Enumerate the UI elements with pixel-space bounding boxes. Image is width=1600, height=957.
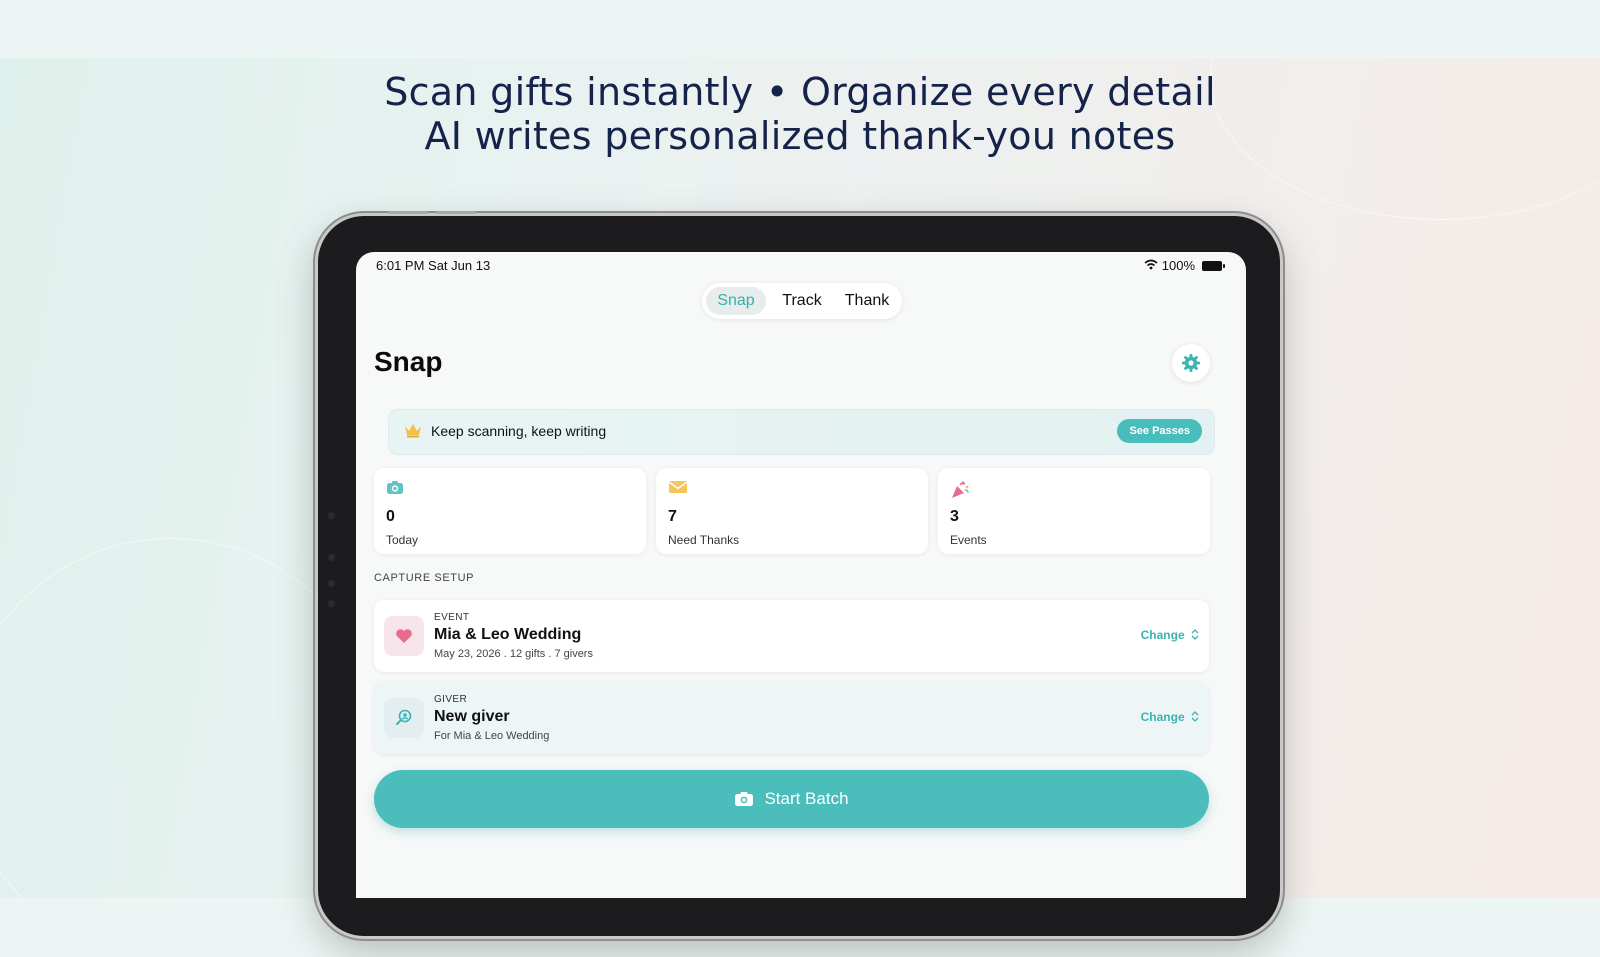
event-row[interactable]: EVENT Mia & Leo Wedding May 23, 2026 . 1… — [374, 600, 1209, 672]
tab-switcher: Snap Track Thank — [702, 283, 902, 319]
tab-thank[interactable]: Thank — [836, 287, 898, 315]
person-search-icon — [384, 698, 424, 738]
see-passes-button[interactable]: See Passes — [1117, 419, 1202, 443]
camera-icon — [386, 480, 404, 500]
party-popper-icon — [950, 480, 970, 505]
sensor-dot — [328, 580, 335, 587]
giver-kicker: GIVER — [434, 694, 468, 705]
status-right: 100% — [1144, 258, 1225, 273]
stat-label: Need Thanks — [668, 533, 740, 547]
headline-line-2: AI writes personalized thank-you notes — [424, 114, 1176, 158]
chevron-up-down-icon — [1191, 711, 1199, 722]
stat-label: Events — [950, 533, 987, 547]
envelope-icon — [668, 480, 688, 499]
sensor-dot — [328, 554, 335, 561]
stat-card-need-thanks[interactable]: 7 Need Thanks — [656, 468, 928, 554]
giver-row[interactable]: GIVER New giver For Mia & Leo Wedding Ch… — [374, 682, 1209, 754]
wifi-icon — [1144, 259, 1158, 273]
giver-title: New giver — [434, 708, 510, 725]
start-batch-button[interactable]: Start Batch — [374, 770, 1209, 828]
settings-button[interactable] — [1172, 344, 1210, 382]
app-screen: 6:01 PM Sat Jun 13 100% Snap Track Thank… — [356, 252, 1246, 898]
chevron-up-down-icon — [1191, 629, 1199, 640]
change-event-button[interactable]: Change — [1141, 628, 1199, 642]
stat-card-today[interactable]: 0 Today — [374, 468, 646, 554]
stat-value: 0 — [386, 508, 395, 525]
battery-percent: 100% — [1161, 258, 1195, 273]
start-batch-label: Start Batch — [764, 789, 849, 808]
tab-track[interactable]: Track — [772, 287, 832, 315]
promo-text: Keep scanning, keep writing — [431, 423, 607, 439]
heart-icon — [384, 616, 424, 656]
sensor-dot — [328, 600, 335, 607]
crown-icon — [403, 421, 423, 444]
volume-button — [388, 211, 428, 214]
event-kicker: EVENT — [434, 612, 470, 623]
giver-subtitle: For Mia & Leo Wedding — [434, 730, 550, 742]
status-time-date: 6:01 PM Sat Jun 13 — [376, 258, 491, 273]
promo-banner: Keep scanning, keep writing See Passes — [388, 409, 1215, 455]
change-giver-label: Change — [1140, 710, 1185, 724]
camera-icon — [735, 792, 754, 806]
volume-button — [436, 211, 476, 214]
change-giver-button[interactable]: Change — [1141, 710, 1199, 724]
headline-line-1: Scan gifts instantly • Organize every de… — [384, 70, 1216, 114]
change-event-label: Change — [1140, 628, 1185, 642]
battery-icon — [1202, 260, 1225, 271]
top-band — [0, 0, 1600, 58]
camera-dot — [328, 512, 335, 519]
event-subtitle: May 23, 2026 . 12 gifts . 7 givers — [434, 648, 593, 660]
stat-label: Today — [386, 533, 419, 547]
event-title: Mia & Leo Wedding — [434, 626, 582, 643]
section-heading: CAPTURE SETUP — [374, 572, 475, 584]
marketing-headline: Scan gifts instantly • Organize every de… — [0, 70, 1600, 158]
gear-icon — [1182, 354, 1200, 372]
tab-snap[interactable]: Snap — [706, 287, 766, 315]
stat-value: 3 — [950, 508, 959, 525]
stat-card-events[interactable]: 3 Events — [938, 468, 1210, 554]
stat-value: 7 — [668, 508, 677, 525]
page-title: Snap — [374, 346, 443, 377]
